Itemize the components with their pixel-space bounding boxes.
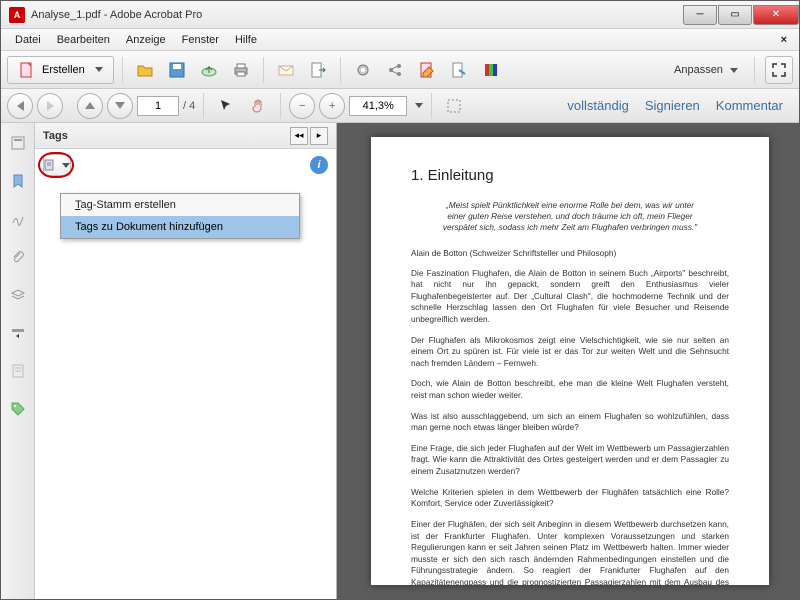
tags-icon[interactable]: [8, 399, 28, 419]
layers-icon[interactable]: [8, 285, 28, 305]
titlebar: A Analyse_1.pdf - Adobe Acrobat Pro ─ ▭ …: [1, 1, 799, 29]
menu-datei[interactable]: Datei: [7, 31, 49, 49]
prev-view-button[interactable]: [7, 93, 33, 119]
save-button[interactable]: [163, 56, 191, 84]
marquee-zoom-button[interactable]: [440, 92, 468, 120]
print-button[interactable]: [227, 56, 255, 84]
open-button[interactable]: [131, 56, 159, 84]
page-down-button[interactable]: [107, 93, 133, 119]
signatures-icon[interactable]: [8, 209, 28, 229]
maximize-button[interactable]: ▭: [718, 5, 752, 25]
minimize-button[interactable]: ─: [683, 5, 717, 25]
menu-tags-hinzufuegen[interactable]: Tags zu Dokument hinzufügen: [61, 216, 299, 238]
zoom-input[interactable]: [349, 96, 407, 116]
menubar: Datei Bearbeiten Anzeige Fenster Hilfe ×: [1, 29, 799, 51]
app-window: A Analyse_1.pdf - Adobe Acrobat Pro ─ ▭ …: [0, 0, 800, 600]
info-icon[interactable]: i: [310, 156, 328, 174]
tags-next-button[interactable]: ▸: [310, 127, 328, 145]
doc-heading: 1. Einleitung: [411, 167, 729, 184]
vollstaendig-button[interactable]: vollständig: [567, 98, 628, 113]
menu-fenster[interactable]: Fenster: [174, 31, 227, 49]
doc-para: Eine Frage, die sich jeder Flughafen auf…: [411, 443, 729, 478]
page-input[interactable]: [137, 96, 179, 116]
kommentar-button[interactable]: Kommentar: [716, 98, 783, 113]
share-button[interactable]: [381, 56, 409, 84]
tags-title: Tags: [43, 130, 68, 142]
zoom-out-button[interactable]: −: [289, 93, 315, 119]
page-up-button[interactable]: [77, 93, 103, 119]
zoom-in-button[interactable]: +: [319, 93, 345, 119]
close-button[interactable]: ✕: [753, 5, 799, 25]
fullscreen-button[interactable]: [765, 56, 793, 84]
order-icon[interactable]: [8, 323, 28, 343]
tags-context-menu: Tag-Stamm erstellen Tags zu Dokument hin…: [60, 193, 300, 239]
create-label: Erstellen: [42, 64, 85, 76]
doc-para: Welche Kriterien spielen in dem Wettbewe…: [411, 487, 729, 510]
menu-hilfe[interactable]: Hilfe: [227, 31, 265, 49]
content-icon[interactable]: [8, 361, 28, 381]
doc-attribution: Alain de Botton (Schweizer Schriftstelle…: [411, 248, 729, 258]
tags-options-row: i: [35, 149, 336, 181]
nav-toolbar: / 4 − + vollständig Signieren Kommentar: [1, 89, 799, 123]
signieren-button[interactable]: Signieren: [645, 98, 700, 113]
nav-strip: [1, 123, 35, 599]
doc-quote: „Meist spielt Pünktlichkeit eine enorme …: [411, 200, 729, 234]
export-button[interactable]: [304, 56, 332, 84]
select-tool[interactable]: [212, 92, 240, 120]
main-toolbar: Erstellen Anpassen: [1, 51, 799, 89]
dropdown-icon: [95, 67, 103, 72]
doc-para: Die Faszination Flughafen, die Alain de …: [411, 268, 729, 326]
stamp-button[interactable]: [445, 56, 473, 84]
bookmarks-icon[interactable]: [8, 171, 28, 191]
window-title: Analyse_1.pdf - Adobe Acrobat Pro: [31, 9, 682, 21]
menu-tag-stamm[interactable]: Tag-Stamm erstellen: [61, 194, 299, 216]
email-button[interactable]: [272, 56, 300, 84]
menu-bearbeiten[interactable]: Bearbeiten: [49, 31, 118, 49]
dropdown-icon: [62, 163, 70, 168]
doc-para: Der Flughafen als Mikrokosmos zeigt eine…: [411, 335, 729, 370]
cloud-button[interactable]: [195, 56, 223, 84]
tags-header: Tags ◂◂ ▸: [35, 123, 336, 149]
create-button[interactable]: Erstellen: [7, 56, 114, 84]
next-view-button[interactable]: [37, 93, 63, 119]
edit-pdf-button[interactable]: [413, 56, 441, 84]
doc-para: Einer der Flughäfen, der sich seit Anbeg…: [411, 519, 729, 585]
page-total: / 4: [183, 100, 195, 112]
zoom-dropdown-icon[interactable]: [415, 103, 423, 108]
color-button[interactable]: [477, 56, 505, 84]
doc-para: Was ist also ausschlaggebend, um sich an…: [411, 411, 729, 434]
tags-options-button[interactable]: [43, 154, 71, 176]
hand-tool[interactable]: [244, 92, 272, 120]
thumbnails-icon[interactable]: [8, 133, 28, 153]
attachments-icon[interactable]: [8, 247, 28, 267]
doc-para: Doch, wie Alain de Botton beschreibt, eh…: [411, 378, 729, 401]
menu-anzeige[interactable]: Anzeige: [118, 31, 174, 49]
anpassen-button[interactable]: Anpassen: [668, 64, 744, 76]
gear-button[interactable]: [349, 56, 377, 84]
pdf-page: 1. Einleitung „Meist spielt Pünktlichkei…: [371, 137, 769, 585]
tags-prev-button[interactable]: ◂◂: [290, 127, 308, 145]
menubar-close-icon[interactable]: ×: [775, 34, 793, 46]
app-icon: A: [9, 7, 25, 23]
document-area[interactable]: 1. Einleitung „Meist spielt Pünktlichkei…: [337, 123, 799, 599]
